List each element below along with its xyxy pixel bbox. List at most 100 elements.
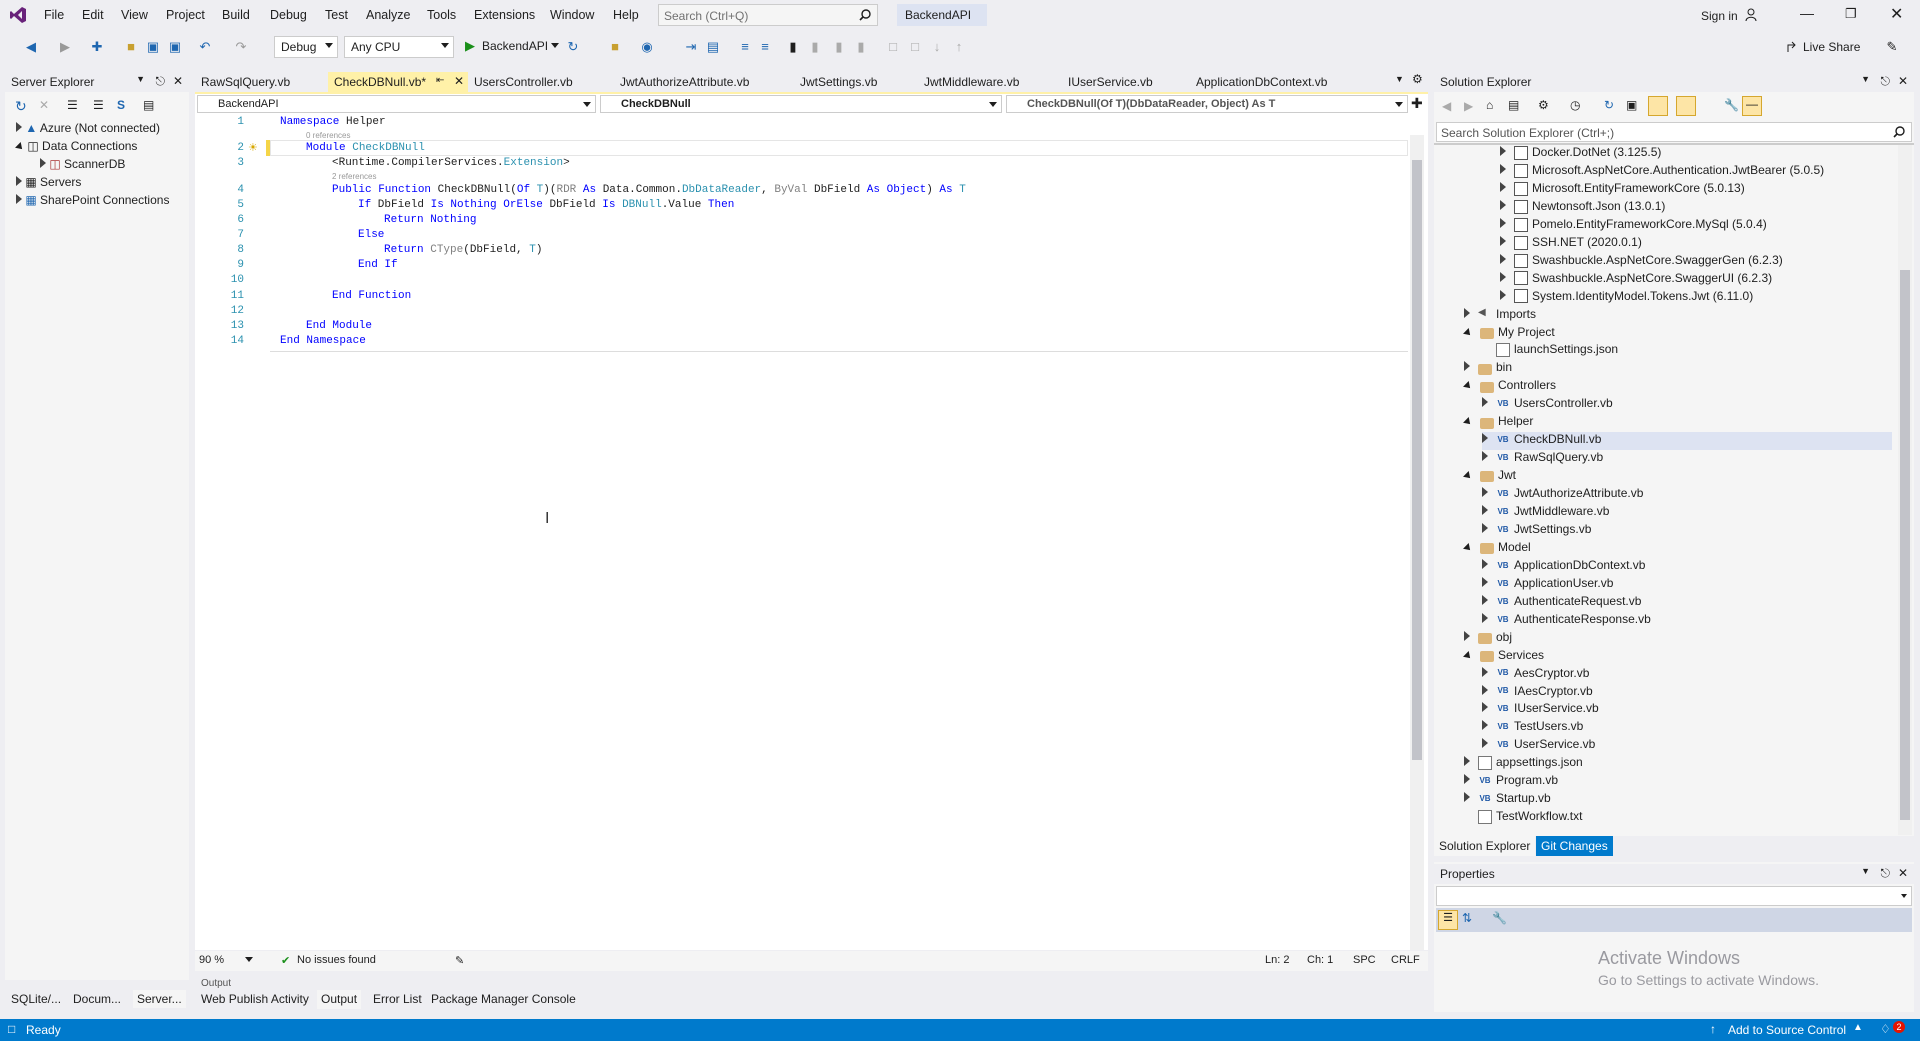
lightbulb-icon[interactable]: ☀: [248, 141, 258, 154]
menu-file[interactable]: File: [44, 8, 64, 22]
redo-icon[interactable]: ↷: [234, 40, 248, 54]
solution-tree-item[interactable]: VB IAesCryptor.vb: [1482, 684, 1593, 702]
tab-git-changes[interactable]: Git Changes: [1536, 836, 1613, 856]
tree-item-sharepoint[interactable]: ▦ SharePoint Connections: [16, 193, 169, 211]
configuration-dropdown[interactable]: Debug: [274, 36, 338, 58]
expand-arrow-icon[interactable]: [1482, 720, 1488, 731]
collapse-arrow-icon[interactable]: [15, 142, 25, 152]
wrench-icon[interactable]: 🔧: [1724, 98, 1739, 112]
member-nav-dropdown[interactable]: CheckDBNull(Of T)(DbDataReader, Object) …: [1006, 95, 1408, 113]
settings-gear-icon[interactable]: ⚙: [1412, 72, 1423, 86]
signin-link[interactable]: Sign in: [1701, 9, 1738, 23]
expand-arrow-icon[interactable]: [1464, 774, 1470, 785]
chevron-down-icon[interactable]: ▼: [1861, 866, 1870, 876]
solution-tree-item[interactable]: bin: [1464, 360, 1512, 378]
solution-tree-item[interactable]: appsettings.json: [1464, 755, 1583, 773]
forward-icon[interactable]: ▶: [58, 40, 72, 54]
tab-output[interactable]: Output: [317, 990, 362, 1009]
expand-arrow-icon[interactable]: [40, 158, 46, 168]
solution-tree-item[interactable]: Newtonsoft.Json (13.0.1): [1500, 199, 1665, 217]
expand-arrow-icon[interactable]: [1500, 146, 1506, 156]
solution-tree-item[interactable]: ◀ Imports: [1464, 307, 1536, 325]
expand-arrow-icon[interactable]: [1482, 594, 1488, 605]
menu-debug[interactable]: Debug: [270, 8, 307, 22]
collapse-arrow-icon[interactable]: [1463, 381, 1473, 392]
account-icon[interactable]: [1745, 8, 1759, 22]
layout-icon[interactable]: ▤: [706, 40, 720, 54]
solution-tree-item[interactable]: VB AuthenticateResponse.vb: [1482, 612, 1651, 630]
solution-tree-item[interactable]: My Project: [1463, 325, 1555, 343]
solution-tree-item[interactable]: VB IUserService.vb: [1482, 701, 1599, 719]
chevron-down-icon[interactable]: ▼: [1861, 74, 1870, 84]
type-nav-dropdown[interactable]: CheckDBNull: [600, 95, 1002, 113]
close-icon[interactable]: ✕: [1898, 866, 1908, 880]
pin-icon[interactable]: ⎋: [1881, 74, 1891, 89]
expand-arrow-icon[interactable]: [1482, 684, 1488, 695]
expand-arrow-icon[interactable]: [1500, 289, 1506, 300]
start-debugging-button[interactable]: BackendAPI: [482, 39, 548, 53]
solution-tree-item[interactable]: Controllers: [1463, 378, 1556, 396]
close-icon[interactable]: ✕: [454, 74, 464, 88]
expand-arrow-icon[interactable]: [1482, 487, 1488, 498]
collapse-arrow-icon[interactable]: [1463, 417, 1473, 428]
tab-jwtauthorizeattribute[interactable]: JwtAuthorizeAttribute.vb: [614, 72, 755, 92]
expand-arrow-icon[interactable]: [1482, 738, 1488, 749]
categorized-icon[interactable]: ☰: [1438, 910, 1458, 930]
menu-extensions[interactable]: Extensions: [474, 8, 535, 22]
tab-rawsqlquery[interactable]: RawSqlQuery.vb: [195, 72, 296, 92]
new-project-icon[interactable]: ✚: [90, 40, 104, 54]
split-editor-icon[interactable]: ✚: [1411, 95, 1423, 112]
step-icon[interactable]: ⇥: [684, 40, 698, 54]
tab-checkdbnull-active[interactable]: CheckDBNull.vb* ⇤ ✕: [328, 72, 468, 92]
whitespace-indicator[interactable]: SPC: [1353, 954, 1376, 966]
expand-arrow-icon[interactable]: [1482, 505, 1488, 515]
codelens-references[interactable]: 0 references: [306, 131, 350, 140]
collapse-all-icon[interactable]: ▣: [1626, 98, 1637, 112]
back-icon[interactable]: ◀: [24, 40, 38, 54]
solution-tree-item[interactable]: VB Program.vb: [1464, 773, 1558, 791]
start-icon[interactable]: ▶: [465, 38, 475, 54]
pin-icon[interactable]: ⎋: [1881, 866, 1891, 881]
expand-arrow-icon[interactable]: [1500, 271, 1506, 282]
solution-tree-item[interactable]: SSH.NET (2020.0.1): [1500, 235, 1642, 253]
expand-arrow-icon[interactable]: [1482, 558, 1488, 569]
dash-icon[interactable]: —: [1742, 96, 1762, 116]
sync-icon[interactable]: ↻: [1604, 98, 1614, 112]
live-share-button[interactable]: Live Share: [1803, 40, 1860, 54]
solution-tree-item[interactable]: VB TestUsers.vb: [1482, 719, 1583, 737]
arrow-down-icon[interactable]: ↓: [930, 40, 944, 54]
solution-scrollbar-thumb[interactable]: [1900, 270, 1910, 820]
line-ending-indicator[interactable]: CRLF: [1391, 954, 1420, 966]
tab-package-manager-console[interactable]: Package Manager Console: [427, 990, 580, 1009]
chevron-down-icon[interactable]: [551, 43, 559, 48]
tab-solution-explorer[interactable]: Solution Explorer: [1434, 836, 1536, 856]
folder-icon[interactable]: ■: [608, 40, 622, 54]
solution-tree-item[interactable]: VB Startup.vb: [1464, 791, 1551, 809]
collapse-arrow-icon[interactable]: [1463, 327, 1473, 338]
solution-tree-item[interactable]: Helper: [1463, 414, 1533, 432]
history-icon[interactable]: ◷: [1570, 98, 1580, 112]
solution-tree-item[interactable]: VB UsersController.vb: [1482, 396, 1613, 414]
wrench-icon[interactable]: 🔧: [1492, 911, 1507, 925]
close-button[interactable]: ✕: [1890, 4, 1903, 24]
switch-views-icon[interactable]: ▤: [1508, 98, 1519, 112]
close-icon[interactable]: ✕: [1898, 74, 1908, 88]
editor-area[interactable]: [195, 94, 1428, 950]
solution-tree-item[interactable]: Pomelo.EntityFrameworkCore.MySql (5.0.4): [1500, 217, 1767, 235]
menu-analyze[interactable]: Analyze: [366, 8, 410, 22]
solution-tree-item[interactable]: obj: [1464, 630, 1512, 648]
solution-tree-item[interactable]: VB JwtAuthorizeAttribute.vb: [1482, 486, 1643, 504]
solution-tree-item[interactable]: Swashbuckle.AspNetCore.SwaggerUI (6.2.3): [1500, 271, 1772, 289]
expand-arrow-icon[interactable]: [1500, 253, 1506, 264]
uncomment-icon[interactable]: □: [908, 40, 922, 54]
expand-arrow-icon[interactable]: [16, 194, 22, 204]
codelens-references[interactable]: 2 references: [332, 172, 376, 181]
zoom-level[interactable]: 90 %: [199, 954, 224, 966]
expand-arrow-icon[interactable]: [1464, 792, 1470, 803]
expand-arrow-icon[interactable]: [1482, 397, 1488, 408]
expand-arrow-icon[interactable]: [1464, 307, 1470, 318]
forward-icon[interactable]: ▶: [1464, 99, 1473, 113]
minimize-button[interactable]: —: [1800, 5, 1814, 21]
solution-tree-item[interactable]: launchSettings.json: [1482, 342, 1618, 360]
refresh-icon[interactable]: ↻: [15, 98, 27, 115]
